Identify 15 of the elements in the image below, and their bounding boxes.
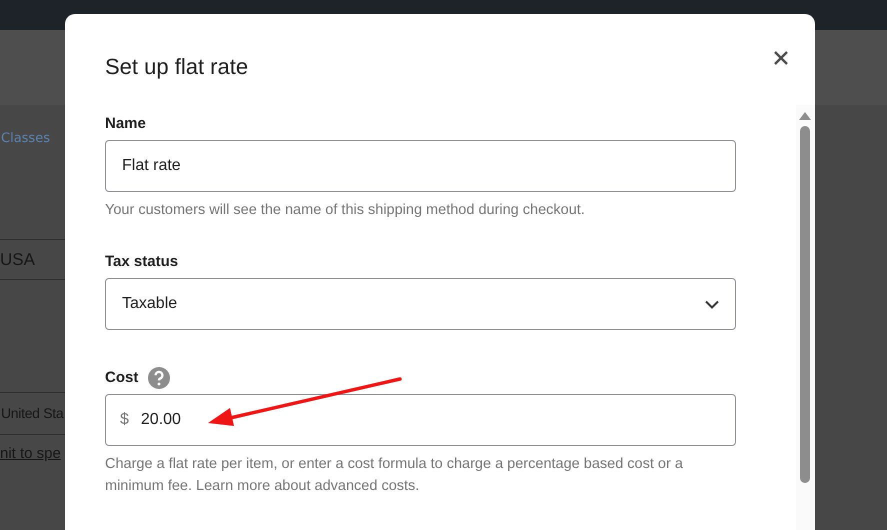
dialog-title: Set up flat rate [105, 54, 250, 81]
help-icon[interactable] [148, 367, 170, 389]
scroll-up-icon[interactable] [799, 112, 812, 120]
chevron-down-icon [704, 300, 719, 308]
field-label: Cost [105, 368, 138, 388]
cost-field[interactable]: $ 20.00 [105, 394, 736, 446]
help-text: Charge a flat rate per item, or enter a cost formula to charge a percentage based cost or a minimum fee. Learn more about advanced costs. [105, 455, 684, 496]
field-label: Name [105, 114, 146, 134]
dropdown[interactable]: Taxable [105, 278, 736, 330]
field-label: Tax status [105, 252, 178, 272]
text-field[interactable]: Flat rate [105, 140, 736, 192]
close-icon[interactable] [773, 50, 789, 66]
help-text: Your customers will see the name of this shipping method during checkout. [105, 201, 586, 220]
scrollbar[interactable] [796, 105, 815, 530]
currency-symbol: $ [120, 411, 129, 429]
